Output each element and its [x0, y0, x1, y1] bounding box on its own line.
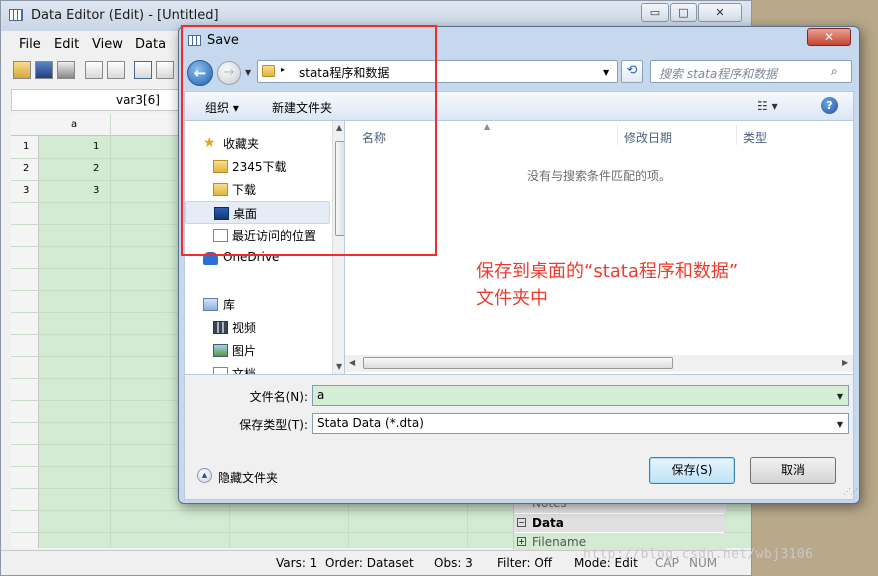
- resize-grip-icon[interactable]: ⋰⋰: [843, 487, 858, 496]
- filename-property-label: Filename: [532, 535, 587, 549]
- nav-item-documents[interactable]: 文档: [185, 362, 330, 374]
- menu-file[interactable]: File: [19, 37, 41, 52]
- help-icon[interactable]: ?: [821, 97, 838, 114]
- save-icon[interactable]: [35, 61, 53, 79]
- column-type[interactable]: 类型: [743, 129, 767, 146]
- editor-title: Data Editor (Edit) - [Untitled]: [31, 8, 219, 23]
- dialog-close-button[interactable]: ✕: [807, 28, 851, 46]
- open-icon[interactable]: [13, 61, 31, 79]
- annotation-line-1: 保存到桌面的“stata程序和数据”: [476, 261, 739, 282]
- nav-item-pictures[interactable]: 图片: [185, 339, 330, 362]
- status-filter: Filter: Off: [497, 556, 553, 570]
- chevron-up-icon[interactable]: ▲: [197, 468, 212, 483]
- save-button[interactable]: 保存(S): [649, 457, 735, 484]
- data-section-label: Data: [532, 516, 564, 530]
- column-date-modified[interactable]: 修改日期: [624, 129, 672, 146]
- search-input[interactable]: 搜索 stata程序和数据 ⌕: [650, 60, 852, 83]
- paste-icon[interactable]: [107, 61, 125, 79]
- address-dropdown-icon[interactable]: ▼: [603, 68, 609, 77]
- data-editor-icon: [9, 9, 23, 21]
- minimize-button[interactable]: ▭: [641, 3, 669, 22]
- search-icon[interactable]: ⌕: [831, 64, 838, 79]
- watermark: http://blog.csdn.net/wbj3106: [583, 547, 814, 562]
- cell-reference-box[interactable]: var3[6]: [11, 89, 181, 111]
- row-number: 1: [23, 141, 30, 152]
- cell-value[interactable]: 3: [93, 185, 99, 196]
- cell-value[interactable]: 1: [93, 141, 99, 152]
- cancel-button[interactable]: 取消: [750, 457, 836, 484]
- view-options-icon[interactable]: ☷ ▾: [757, 99, 778, 113]
- status-obs: Obs: 3: [434, 556, 473, 570]
- filetype-label: 保存类型(T):: [239, 418, 308, 432]
- menu-edit[interactable]: Edit: [54, 37, 79, 52]
- empty-message: 没有与搜索条件匹配的项。: [527, 169, 672, 183]
- search-placeholder: 搜索 stata程序和数据: [659, 67, 778, 81]
- editor-toolbar: [1, 57, 181, 87]
- filename-label: 文件名(N):: [249, 390, 308, 404]
- sort-ascending-icon: ▲: [484, 122, 491, 131]
- row-headers: [11, 136, 39, 548]
- scroll-thumb[interactable]: [363, 357, 673, 369]
- scroll-left-icon[interactable]: ◀: [349, 358, 355, 367]
- chevron-down-icon[interactable]: ▼: [837, 420, 843, 429]
- filename-input[interactable]: a ▼: [312, 385, 849, 406]
- picture-icon: [213, 344, 228, 357]
- menu-bar: File Edit View Data: [1, 32, 181, 56]
- scroll-down-icon[interactable]: ▼: [336, 362, 342, 371]
- filename-value: a: [317, 388, 325, 402]
- filetype-value: Stata Data (*.dta): [317, 416, 424, 430]
- menu-view[interactable]: View: [92, 37, 123, 52]
- save-options: 文件名(N): a ▼ 保存类型(T): Stata Data (*.dta) …: [184, 375, 858, 500]
- hide-folders-button[interactable]: 隐藏文件夹: [218, 469, 278, 486]
- annotation-text: 保存到桌面的“stata程序和数据” 文件夹中: [476, 258, 816, 312]
- filetype-select[interactable]: Stata Data (*.dta) ▼: [312, 413, 849, 434]
- nav-libraries[interactable]: 库: [185, 293, 330, 316]
- copy-icon[interactable]: [85, 61, 103, 79]
- menu-data[interactable]: Data: [135, 37, 166, 52]
- browse-mode-icon[interactable]: [156, 61, 174, 79]
- print-icon[interactable]: [57, 61, 75, 79]
- file-list-scrollbar[interactable]: ◀ ▶: [345, 355, 853, 372]
- row-number: 2: [23, 163, 30, 174]
- library-icon: [203, 298, 218, 311]
- chevron-down-icon[interactable]: ▼: [837, 392, 843, 401]
- scroll-right-icon[interactable]: ▶: [842, 358, 848, 367]
- video-icon: [213, 321, 228, 334]
- annotation-line-2: 文件夹中: [476, 288, 548, 309]
- cell-value[interactable]: 2: [93, 163, 99, 174]
- nav-item-videos[interactable]: 视频: [185, 316, 330, 339]
- document-icon: [213, 367, 228, 374]
- row-number: 3: [23, 185, 30, 196]
- maximize-button[interactable]: □: [670, 3, 697, 22]
- status-vars: Vars: 1: [276, 556, 318, 570]
- edit-mode-icon[interactable]: [134, 61, 152, 79]
- refresh-icon[interactable]: ⟲: [621, 60, 643, 83]
- column-header-a[interactable]: a: [71, 119, 77, 130]
- expand-icon[interactable]: +: [517, 537, 526, 546]
- cell-reference: var3[6]: [115, 93, 160, 107]
- close-button[interactable]: ✕: [698, 3, 742, 22]
- status-order: Order: Dataset: [325, 556, 414, 570]
- collapse-icon[interactable]: −: [517, 518, 526, 527]
- highlight-box: [181, 25, 437, 256]
